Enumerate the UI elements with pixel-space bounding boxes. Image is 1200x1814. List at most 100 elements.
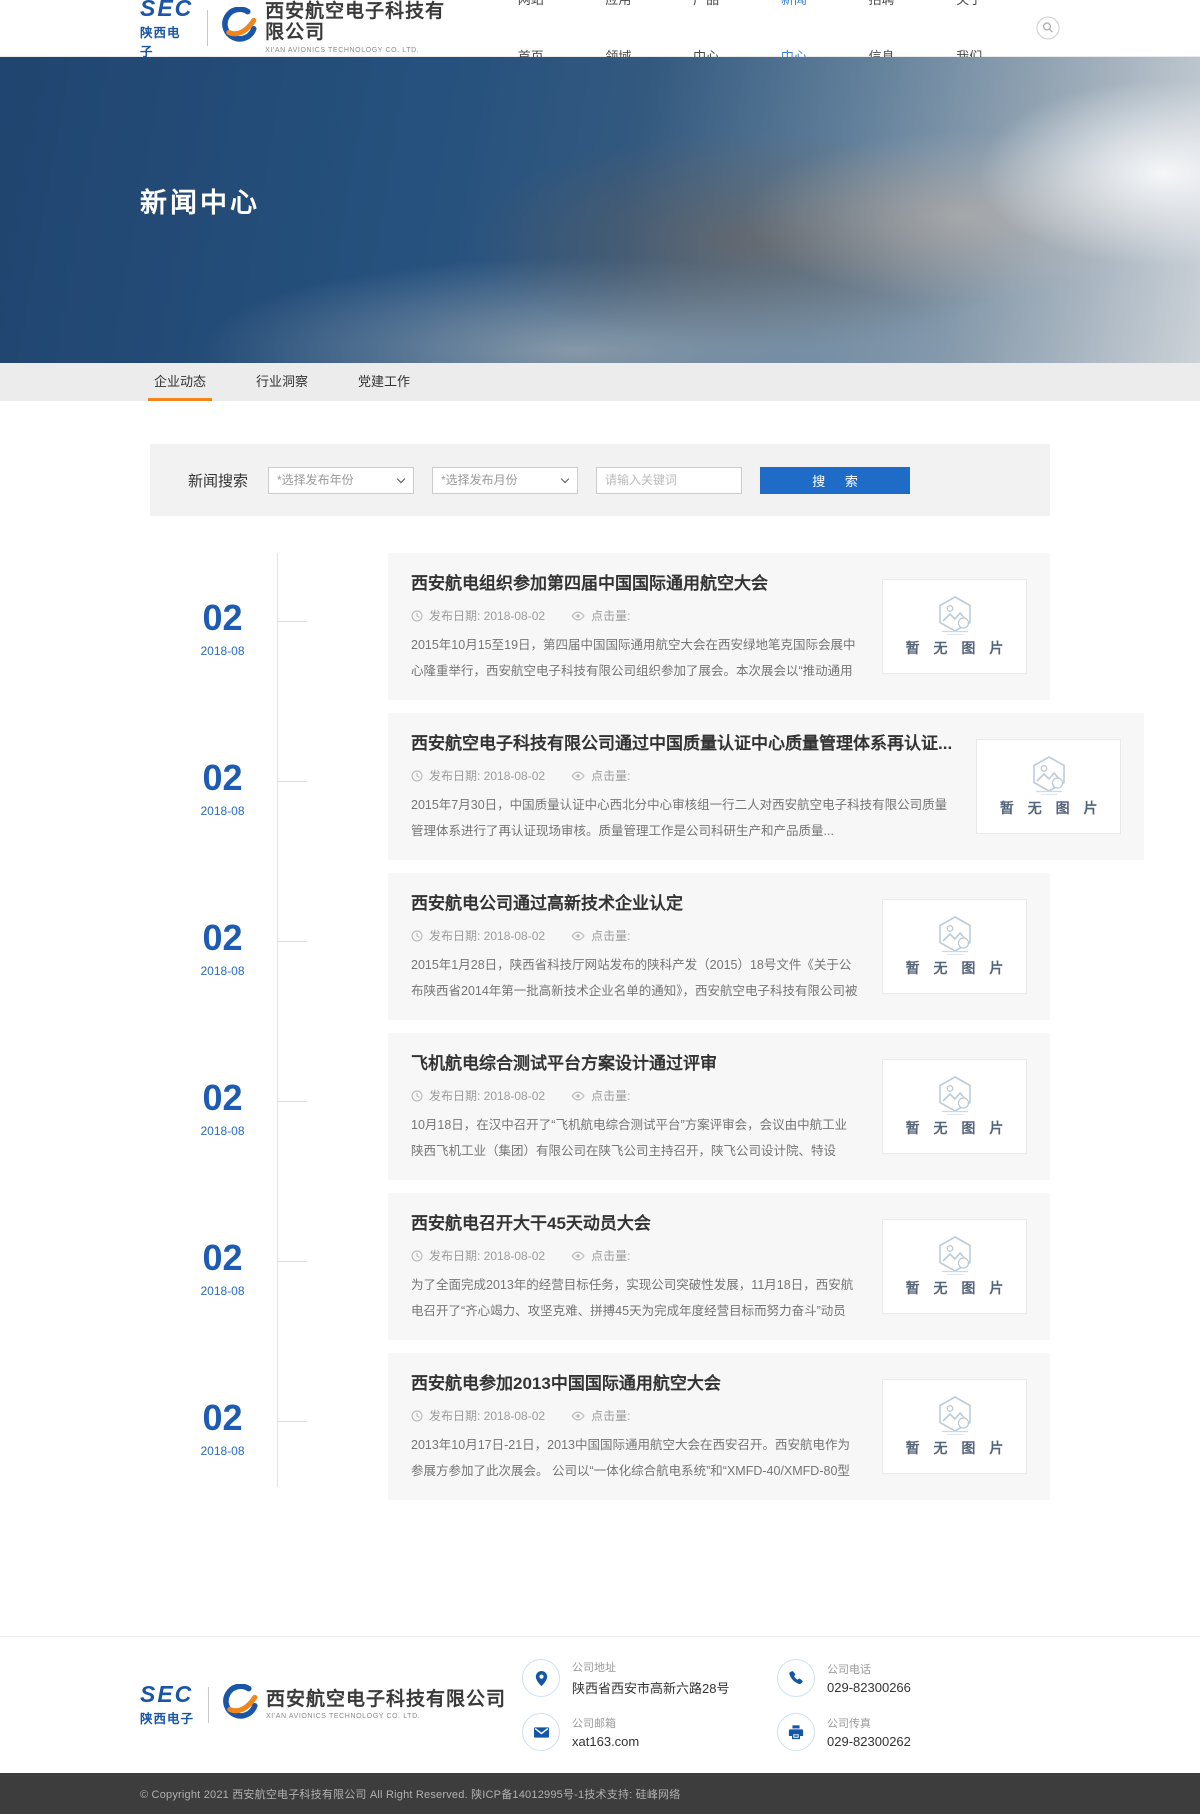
news-date: 02 2018-08 [150,1353,277,1500]
logo-names: 西安航空电子科技有限公司 XI'AN AVIONICS TECHNOLOGY C… [265,2,452,54]
search-icon[interactable] [1036,16,1060,40]
news-date-month: 2018-08 [168,644,277,658]
news-meta: 发布日期: 2018-08-02 点击量: [411,767,952,784]
contact-value: 陕西省西安市高新六路28号 [572,1678,729,1697]
news-list: 02 2018-08 西安航电组织参加第四届中国国际通用航空大会 发布日期: 2… [150,553,1050,1500]
news-date-day: 02 [168,920,277,956]
contact-address: 公司地址 陕西省西安市高新六路28号 [522,1659,777,1697]
contact-phone: 公司电话 029-82300266 [777,1659,1032,1697]
search-button[interactable]: 搜 索 [760,467,910,494]
no-image-label: 暂 无 图 片 [901,1278,1009,1298]
contact-value: xat163.com [572,1734,639,1749]
no-image-label: 暂 无 图 片 [901,1438,1009,1458]
eye-icon [571,931,585,941]
news-card[interactable]: 西安航电公司通过高新技术企业认定 发布日期: 2018-08-02 点击量: 2… [388,873,1050,1020]
news-title[interactable]: 西安航电公司通过高新技术企业认定 [411,889,858,914]
news-meta: 发布日期: 2018-08-02 点击量: [411,927,858,944]
news-publish-date: 发布日期: 2018-08-02 [429,607,545,624]
news-title[interactable]: 西安航电召开大干45天动员大会 [411,1209,858,1234]
clock-icon [411,930,423,942]
no-image-label: 暂 无 图 片 [901,1118,1009,1138]
news-row: 02 2018-08 西安航空电子科技有限公司通过中国质量认证中心质量管理体系再… [150,713,1050,860]
tab-industry-insight[interactable]: 行业洞察 [250,363,314,401]
no-image-icon [932,1395,978,1435]
swoosh-icon [220,7,257,49]
timeline-tick [277,1261,307,1262]
news-title[interactable]: 西安航电组织参加第四届中国国际通用航空大会 [411,569,858,594]
keyword-input[interactable] [596,467,742,494]
company-logo[interactable]: SEC 陕西电子 西安航空电子科技有限公司 XI'AN AVIONICS TEC… [140,0,452,60]
clock-icon [411,770,423,782]
news-date-day: 02 [168,1400,277,1436]
news-title[interactable]: 西安航电参加2013中国国际通用航空大会 [411,1369,858,1394]
news-title[interactable]: 西安航空电子科技有限公司通过中国质量认证中心质量管理体系再认证... [411,729,952,754]
contact-value: 029-82300262 [827,1734,911,1749]
header: SEC 陕西电子 西安航空电子科技有限公司 XI'AN AVIONICS TEC… [0,0,1200,57]
news-date-day: 02 [168,600,277,636]
phone-icon [777,1659,815,1697]
news-card[interactable]: 西安航电参加2013中国国际通用航空大会 发布日期: 2018-08-02 点击… [388,1353,1050,1500]
month-select-wrap: *选择发布月份 [432,467,578,494]
news-date: 02 2018-08 [150,553,277,700]
news-card[interactable]: 飞机航电综合测试平台方案设计通过评审 发布日期: 2018-08-02 点击量:… [388,1033,1050,1180]
news-meta: 发布日期: 2018-08-02 点击量: [411,607,858,624]
timeline-tick [277,781,307,782]
company-name-cn: 西安航空电子科技有限公司 [265,2,452,44]
news-excerpt: 2013年10月17日-21日，2013中国国际通用航空大会在西安召开。西安航电… [411,1432,858,1484]
timeline-tick [277,1421,307,1422]
news-date-month: 2018-08 [168,804,277,818]
year-select[interactable]: *选择发布年份 [268,467,414,494]
fax-icon [777,1713,815,1751]
footer: SEC 陕西电子 西安航空电子科技有限公司 XI'AN AVIONICS TEC… [0,1636,1200,1773]
news-row: 02 2018-08 西安航电组织参加第四届中国国际通用航空大会 发布日期: 2… [150,553,1050,700]
news-excerpt: 2015年7月30日，中国质量认证中心西北分中心审核组一行二人对西安航空电子科技… [411,792,952,844]
tab-party-building[interactable]: 党建工作 [352,363,416,401]
eye-icon [571,1251,585,1261]
news-excerpt: 为了全面完成2013年的经营目标任务，实现公司突破性发展，11月18日，西安航电… [411,1272,858,1324]
logo-abbr-sub: 陕西电子 [140,22,193,60]
news-excerpt: 10月18日，在汉中召开了“飞机航电综合测试平台”方案评审会，会议由中航工业陕西… [411,1112,858,1164]
envelope-icon [522,1713,560,1751]
logo-divider [208,1687,209,1723]
news-meta: 发布日期: 2018-08-02 点击量: [411,1247,858,1264]
news-date-day: 02 [168,760,277,796]
footer-contact-grid: 公司地址 陕西省西安市高新六路28号 公司电话 029-82300266 公司邮… [522,1659,1032,1751]
location-pin-icon [522,1659,560,1697]
news-title[interactable]: 飞机航电综合测试平台方案设计通过评审 [411,1049,858,1074]
news-views: 点击量: [591,607,630,624]
news-publish-date: 发布日期: 2018-08-02 [429,927,545,944]
news-card[interactable]: 西安航电召开大干45天动员大会 发布日期: 2018-08-02 点击量: 为了… [388,1193,1050,1340]
no-image-placeholder: 暂 无 图 片 [976,739,1121,834]
contact-label: 公司电话 [827,1661,911,1677]
company-name-cn: 西安航空电子科技有限公司 [266,1690,506,1711]
news-date-month: 2018-08 [168,1444,277,1458]
contact-fax: 公司传真 029-82300262 [777,1713,1032,1751]
contact-label: 公司传真 [827,1715,911,1731]
no-image-icon [932,915,978,955]
logo-abbr-sub: 陕西电子 [140,1708,194,1727]
news-date: 02 2018-08 [150,713,277,860]
news-card[interactable]: 西安航空电子科技有限公司通过中国质量认证中心质量管理体系再认证... 发布日期:… [388,713,1144,860]
month-select[interactable]: *选择发布月份 [432,467,578,494]
main-content: 新闻搜索 *选择发布年份 *选择发布月份 搜 索 02 2018-08 [0,444,1200,1636]
news-publish-date: 发布日期: 2018-08-02 [429,1087,545,1104]
logo-abbr: SEC [140,0,193,20]
contact-label: 公司地址 [572,1659,729,1675]
eye-icon [571,1091,585,1101]
clock-icon [411,1410,423,1422]
no-image-icon [932,1075,978,1115]
news-search-panel: 新闻搜索 *选择发布年份 *选择发布月份 搜 索 [150,444,1050,516]
no-image-icon [932,595,978,635]
news-meta: 发布日期: 2018-08-02 点击量: [411,1087,858,1104]
news-row: 02 2018-08 西安航电公司通过高新技术企业认定 发布日期: 2018-0… [150,873,1050,1020]
search-panel-label: 新闻搜索 [188,470,248,491]
timeline-tick [277,941,307,942]
eye-icon [571,1411,585,1421]
news-views: 点击量: [591,927,630,944]
news-card[interactable]: 西安航电组织参加第四届中国国际通用航空大会 发布日期: 2018-08-02 点… [388,553,1050,700]
logo-sec-block: SEC 陕西电子 [140,0,193,60]
news-date-month: 2018-08 [168,964,277,978]
tab-company-news[interactable]: 企业动态 [148,363,212,401]
news-date-day: 02 [168,1080,277,1116]
timeline-tick [277,1101,307,1102]
